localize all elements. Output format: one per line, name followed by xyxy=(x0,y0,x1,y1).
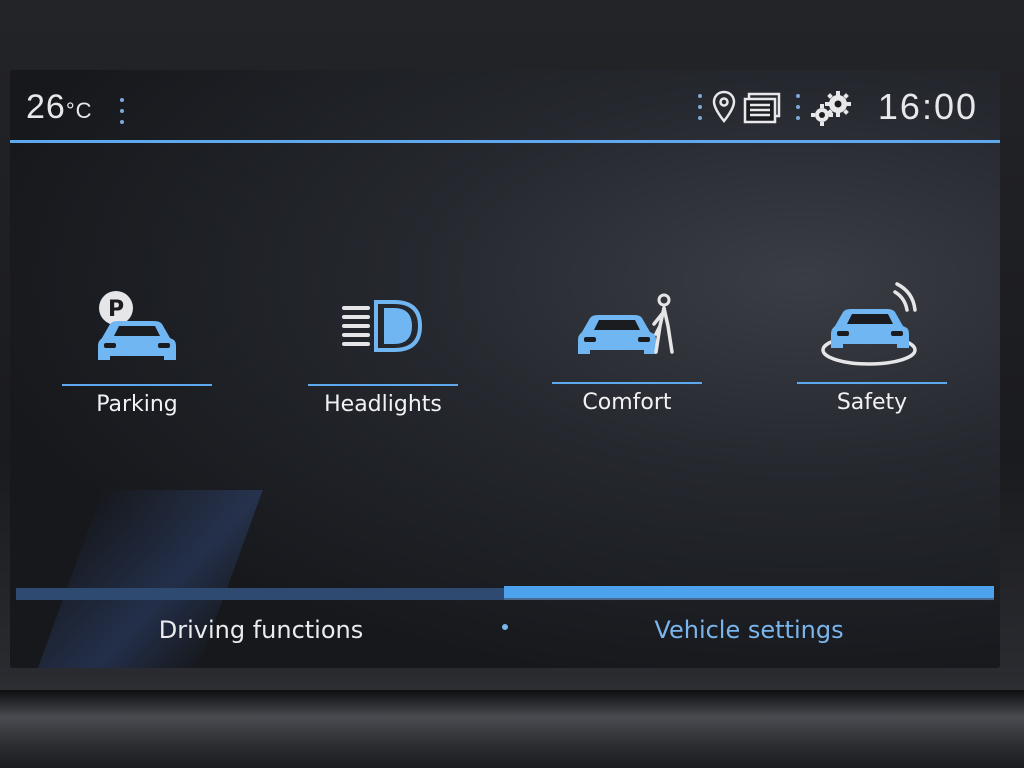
svg-text:P: P xyxy=(108,297,124,322)
temperature-value: 26 xyxy=(26,88,66,126)
tab-driving-functions[interactable]: Driving functions xyxy=(16,600,506,660)
messages-icon[interactable] xyxy=(743,92,781,124)
tile-parking[interactable]: P Parking xyxy=(62,288,212,438)
map-pin-icon[interactable] xyxy=(712,90,736,124)
infotainment-screen: 26°C 16:00 P Parking Headlights Comfort … xyxy=(10,70,1000,668)
tile-label: Headlights xyxy=(324,392,442,417)
status-bar: 26°C 16:00 xyxy=(10,70,1000,140)
tile-headlights[interactable]: Headlights xyxy=(308,288,458,438)
tile-underline xyxy=(308,384,458,386)
temperature-menu-dots-icon[interactable] xyxy=(120,98,124,124)
header-divider xyxy=(10,140,1000,143)
tile-underline xyxy=(62,384,212,386)
tile-label: Safety xyxy=(836,390,908,415)
status-dots-icon xyxy=(698,94,702,120)
parking-car-icon: P xyxy=(98,291,176,360)
clock: 16:00 xyxy=(877,86,978,127)
tile-comfort[interactable]: Comfort xyxy=(552,286,702,436)
headlight-icon xyxy=(342,300,423,352)
car-radar-icon xyxy=(821,282,917,366)
tab-indicator-vehicle-selected xyxy=(504,586,994,598)
tile-underline xyxy=(797,382,947,384)
temperature-readout[interactable]: 26°C xyxy=(26,88,93,127)
tab-indicator-driving xyxy=(16,588,504,600)
settings-gears-icon[interactable] xyxy=(810,90,856,126)
temperature-unit: °C xyxy=(65,98,93,123)
dashboard-trim xyxy=(0,690,1024,768)
tile-label: Parking xyxy=(96,392,178,417)
tile-label: Comfort xyxy=(582,390,672,415)
tile-safety[interactable]: Safety xyxy=(797,282,947,436)
status-dots-icon xyxy=(796,94,800,120)
tile-underline xyxy=(552,382,702,384)
tab-vehicle-settings[interactable]: Vehicle settings xyxy=(504,600,994,660)
car-person-icon xyxy=(578,293,674,354)
